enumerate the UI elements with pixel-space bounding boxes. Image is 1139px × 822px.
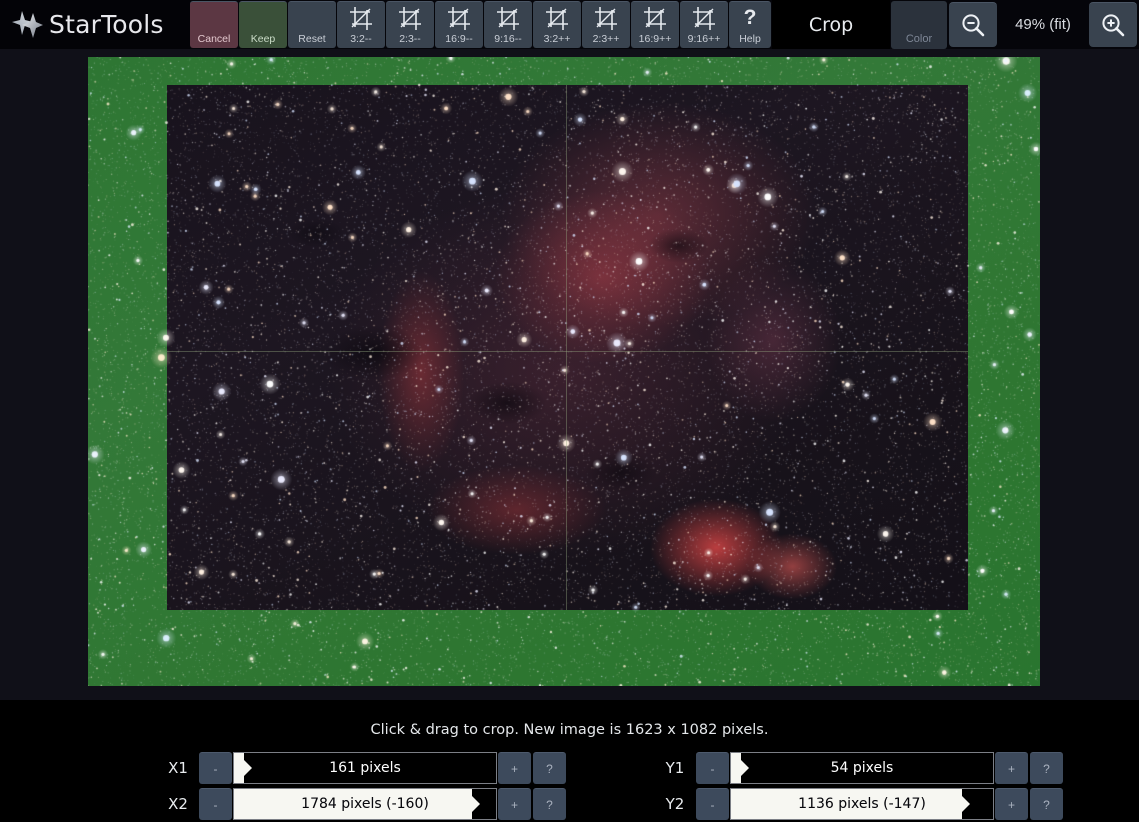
crop-param-x2-help[interactable]: ?: [533, 788, 566, 820]
top-toolbar: StarTools Cancel Keep Reset 3:2-- 2:3-- 16:9-…: [0, 0, 1139, 49]
status-message: Click & drag to crop. New image is 1623 …: [370, 722, 769, 738]
toolbar-button-glyph: [495, 2, 521, 34]
crop-icon: [350, 6, 372, 30]
toolbar-button-reset[interactable]: Reset: [288, 1, 336, 48]
crosshair-vertical: [566, 85, 567, 610]
crop-param-y2-help[interactable]: ?: [1030, 788, 1063, 820]
zoom-controls: 49% (fit): [947, 0, 1139, 49]
magnifier-plus-icon: [1101, 13, 1124, 36]
toolbar-button-label: 9:16--: [494, 33, 522, 45]
toolbar-button-label: 16:9--: [445, 33, 473, 45]
toolbar-button-2-3[interactable]: 2:3--: [386, 1, 434, 48]
toolbar-button-label: Reset: [298, 33, 326, 45]
crop-param-x1-help[interactable]: ?: [533, 752, 566, 784]
crop-icon: [595, 6, 617, 30]
toolbar-button-label: Help: [739, 33, 761, 45]
module-title: Crop: [772, 0, 890, 49]
toolbar-button-glyph: [348, 2, 374, 34]
crop-param-row-1: X1-161 pixels +? Y1-54 pixels +?: [0, 750, 1139, 786]
crop-param-y2-label: Y2: [665, 795, 685, 813]
color-button[interactable]: Color: [891, 1, 947, 49]
toolbar-button-glyph: [593, 2, 619, 34]
crop-param-x1-label: X1: [168, 759, 188, 777]
crop-parameter-rows: X1-161 pixels +? Y1-54 pixels +? X2-1784 pix…: [0, 750, 1139, 822]
crop-exclusion-bottom: [88, 610, 1040, 686]
crop-param-x2-decrement[interactable]: -: [199, 788, 232, 820]
startools-star-logo-icon: [12, 10, 43, 38]
magnifier-minus-icon: [961, 13, 984, 36]
crop-param-x2-value: 1784 pixels (-160): [301, 796, 429, 812]
toolbar-button-label: 2:3++: [592, 33, 620, 45]
crop-param-y1-label: Y1: [665, 759, 685, 777]
toolbar-button-help[interactable]: ? Help: [729, 1, 771, 48]
toolbar-button-2-3[interactable]: 2:3++: [582, 1, 630, 48]
crop-exclusion-left: [88, 85, 167, 610]
toolbar-button-label: 16:9++: [638, 33, 672, 45]
crop-param-x2-increment[interactable]: +: [498, 788, 531, 820]
toolbar-button-glyph: [544, 2, 570, 34]
crop-param-y2: Y2- 1136 pixels (-147) +?: [655, 788, 1064, 820]
toolbar-button-16-9[interactable]: 16:9--: [435, 1, 483, 48]
toolbar-button-3-2[interactable]: 3:2--: [337, 1, 385, 48]
color-button-label: Color: [905, 33, 933, 45]
crop-exclusion-right: [968, 85, 1040, 610]
crop-param-x1-value: 161 pixels: [329, 760, 401, 776]
toolbar-button-label: 2:3--: [399, 33, 421, 45]
crop-param-y1-help[interactable]: ?: [1030, 752, 1063, 784]
crop-param-x2-label: X2: [168, 795, 188, 813]
toolbar-button-label: Keep: [250, 33, 276, 45]
star-field: [88, 57, 1040, 686]
crop-param-x2-slider[interactable]: 1784 pixels (-160): [233, 788, 497, 820]
crop-icon: [497, 6, 519, 30]
bottom-panel: Click & drag to crop. New image is 1623 …: [0, 700, 1139, 822]
app-logo: StarTools: [0, 0, 190, 49]
toolbar-button-glyph: [642, 2, 668, 34]
toolbar-button-16-9[interactable]: 16:9++: [631, 1, 679, 48]
toolbar-button-group: Cancel Keep Reset 3:2-- 2:3-- 16:9-- 9:16-- 3:2…: [190, 0, 772, 49]
question-mark-icon: ?: [743, 6, 757, 29]
crosshair-horizontal: [167, 351, 968, 352]
crop-icon: [693, 6, 715, 30]
crop-param-row-2: X2-1784 pixels (-160) +? Y2-1136 pixels (-…: [0, 786, 1139, 822]
crop-param-x1: X1- 161 pixels +?: [158, 752, 567, 784]
image-canvas-area[interactable]: [0, 49, 1139, 700]
toolbar-button-glyph: [691, 2, 717, 34]
toolbar-button-keep[interactable]: Keep: [239, 1, 287, 48]
crop-param-x1-decrement[interactable]: -: [199, 752, 232, 784]
app-name: StarTools: [49, 10, 164, 39]
toolbar-button-9-16[interactable]: 9:16++: [680, 1, 728, 48]
toolbar-button-label: 3:2--: [350, 33, 372, 45]
toolbar-button-glyph: [397, 2, 423, 34]
startools-window: StarTools Cancel Keep Reset 3:2-- 2:3-- 16:9-…: [0, 0, 1139, 822]
zoom-level-display: 49% (fit): [999, 0, 1087, 49]
toolbar-button-9-16[interactable]: 9:16--: [484, 1, 532, 48]
astro-image[interactable]: [88, 57, 1040, 686]
crop-param-y1-increment[interactable]: +: [995, 752, 1028, 784]
toolbar-button-label: Cancel: [197, 33, 231, 45]
crop-param-y1-decrement[interactable]: -: [696, 752, 729, 784]
crop-icon: [546, 6, 568, 30]
crop-param-y1-value: 54 pixels: [830, 760, 894, 776]
crop-param-y2-increment[interactable]: +: [995, 788, 1028, 820]
crop-param-y2-slider[interactable]: 1136 pixels (-147): [730, 788, 994, 820]
crop-param-x1-slider[interactable]: 161 pixels: [233, 752, 497, 784]
zoom-in-button[interactable]: [1089, 2, 1137, 47]
toolbar-button-3-2[interactable]: 3:2++: [533, 1, 581, 48]
crop-param-y1: Y1- 54 pixels +?: [655, 752, 1064, 784]
toolbar-button-glyph: [446, 2, 472, 34]
crop-param-y2-decrement[interactable]: -: [696, 788, 729, 820]
crop-icon: [644, 6, 666, 30]
toolbar-button-glyph: ?: [744, 2, 757, 34]
crop-param-y2-value: 1136 pixels (-147): [798, 796, 926, 812]
toolbar-button-cancel[interactable]: Cancel: [190, 1, 238, 48]
zoom-out-button[interactable]: [949, 2, 997, 47]
toolbar-button-label: 9:16++: [687, 33, 721, 45]
crop-param-y1-slider[interactable]: 54 pixels: [730, 752, 994, 784]
crop-icon: [448, 6, 470, 30]
crop-icon: [399, 6, 421, 30]
crop-exclusion-top: [88, 57, 1040, 85]
toolbar-button-label: 3:2++: [543, 33, 571, 45]
crop-param-x2: X2- 1784 pixels (-160) +?: [158, 788, 567, 820]
crop-param-x1-increment[interactable]: +: [498, 752, 531, 784]
